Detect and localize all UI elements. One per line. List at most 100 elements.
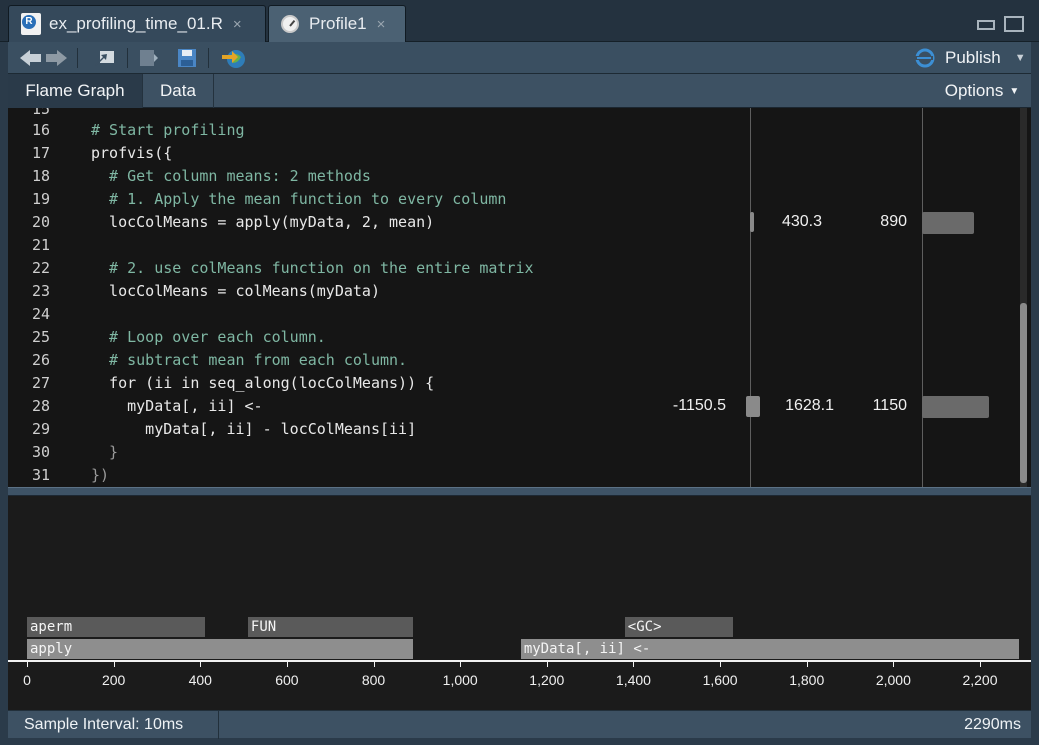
code-line: })	[91, 466, 110, 484]
line-number: 31	[31, 466, 50, 484]
x-tick	[546, 661, 548, 667]
code-line: myData[, ii] - locColMeans[ii]	[91, 420, 417, 438]
save-icon[interactable]	[176, 47, 198, 69]
forward-arrow-icon[interactable]	[46, 47, 68, 69]
tab-source-file[interactable]: ex_profiling_time_01.R ×	[8, 5, 266, 42]
line-number: 28	[31, 397, 50, 415]
close-icon[interactable]: ×	[377, 16, 386, 33]
back-arrow-icon[interactable]	[20, 47, 42, 69]
memory-alloc-bar	[746, 396, 760, 417]
line-number: 27	[31, 374, 50, 392]
x-tick-label: 400	[188, 672, 212, 688]
show-in-window-icon[interactable]	[93, 47, 117, 69]
line-number: 20	[31, 213, 50, 231]
editor-tab-bar: ex_profiling_time_01.R × Profile1 ×	[0, 0, 1039, 42]
code-line: locColMeans = colMeans(myData)	[91, 282, 380, 300]
x-tick-label: 1,800	[789, 672, 825, 688]
x-tick	[200, 661, 202, 667]
x-tick-label: 200	[101, 672, 126, 688]
x-tick-label: 600	[275, 672, 299, 688]
code-scrollbar[interactable]	[1020, 108, 1027, 487]
x-tick-label: 2,200	[962, 672, 998, 688]
flame-frame[interactable]: apply	[27, 639, 413, 659]
line-number: 29	[31, 420, 50, 438]
tab-label: ex_profiling_time_01.R	[49, 14, 223, 33]
x-tick	[893, 661, 895, 667]
x-tick	[720, 661, 722, 667]
x-tick-label: 1,600	[702, 672, 738, 688]
flame-graph[interactable]: apply myData[, ii] <- aperm FUN <GC> 0 200 400…	[8, 496, 1031, 710]
time-column-divider	[922, 108, 923, 487]
publish-label: Publish	[945, 48, 1001, 67]
publish-icon	[915, 48, 935, 68]
x-tick	[27, 661, 28, 667]
time-bar	[922, 396, 989, 418]
maximize-pane-icon[interactable]	[1004, 16, 1024, 32]
line-number: 23	[31, 282, 50, 300]
time-value: 890	[880, 213, 907, 230]
line-number: 21	[31, 236, 50, 254]
x-tick	[113, 661, 115, 667]
flame-frame[interactable]: aperm	[27, 617, 205, 637]
x-tick	[460, 661, 462, 667]
status-divider	[218, 711, 219, 739]
code-line: # Loop over each column.	[91, 328, 326, 346]
code-line: locColMeans = apply(myData, 2, mean)	[91, 213, 435, 231]
x-tick-label: 2,000	[875, 672, 911, 688]
publish-profile-icon[interactable]	[220, 47, 248, 69]
code-line: for (ii in seq_along(locColMeans)) {	[91, 374, 435, 392]
x-tick-label: 1,400	[615, 672, 651, 688]
memory-value: 430.3	[781, 213, 822, 230]
stopwatch-icon	[281, 15, 299, 33]
pane-splitter[interactable]	[8, 487, 1031, 496]
code-line: myData[, ii] <-	[91, 397, 263, 415]
line-number: 16	[31, 121, 50, 139]
memory-dealloc-value: -1150.5	[672, 397, 726, 414]
toolbar-separator	[208, 48, 209, 68]
export-icon[interactable]	[138, 47, 160, 69]
code-line: # Get column means: 2 methods	[91, 167, 371, 185]
line-number: 15	[31, 108, 50, 118]
tab-label: Profile1	[309, 14, 367, 33]
toolbar-separator	[127, 48, 128, 68]
line-number: 17	[31, 144, 50, 162]
x-tick	[286, 661, 288, 667]
profile-view-tabs: Flame Graph Data Options ▼	[8, 74, 1031, 108]
toolbar-separator	[77, 48, 78, 68]
options-label: Options	[944, 81, 1004, 100]
flame-frame[interactable]: <GC>	[624, 617, 734, 637]
time-value: 1150	[872, 397, 907, 414]
line-number: 22	[31, 259, 50, 277]
chevron-down-icon: ▼	[1014, 52, 1026, 64]
time-bar	[922, 212, 974, 234]
line-number: 24	[31, 305, 50, 323]
code-panel[interactable]: 15 16 # Start profiling 17 profvis({ 18 …	[8, 108, 1031, 487]
total-time: 2290ms	[964, 716, 1021, 733]
scrollbar-thumb[interactable]	[1020, 303, 1027, 483]
tab-data[interactable]: Data	[143, 74, 213, 108]
status-bar: Sample Interval: 10ms 2290ms	[8, 710, 1031, 739]
publish-button[interactable]: Publish ▼	[913, 44, 1026, 72]
line-number: 19	[31, 190, 50, 208]
tab-flame-graph[interactable]: Flame Graph	[8, 74, 142, 108]
code-line: # 2. use colMeans function on the entire…	[91, 259, 534, 277]
code-line: # subtract mean from each column.	[91, 351, 408, 369]
x-tick	[980, 661, 981, 667]
tab-profile[interactable]: Profile1 ×	[268, 5, 406, 42]
flame-frame[interactable]: FUN	[247, 617, 413, 637]
code-line: profvis({	[91, 144, 173, 162]
x-tick-label: 800	[361, 672, 386, 688]
flame-frame[interactable]: myData[, ii] <-	[520, 639, 1019, 659]
line-number: 25	[31, 328, 50, 346]
chevron-down-icon: ▼	[1009, 85, 1020, 97]
line-number: 26	[31, 351, 50, 369]
tab-divider	[213, 74, 214, 108]
x-tick-label: 0	[23, 672, 31, 688]
x-tick-label: 1,200	[529, 672, 565, 688]
toolbar: Publish ▼	[8, 42, 1031, 74]
x-tick	[373, 661, 375, 667]
close-icon[interactable]: ×	[233, 16, 242, 33]
options-menu[interactable]: Options ▼	[933, 74, 1031, 108]
line-number: 30	[31, 443, 50, 461]
minimize-pane-icon[interactable]	[977, 20, 995, 30]
